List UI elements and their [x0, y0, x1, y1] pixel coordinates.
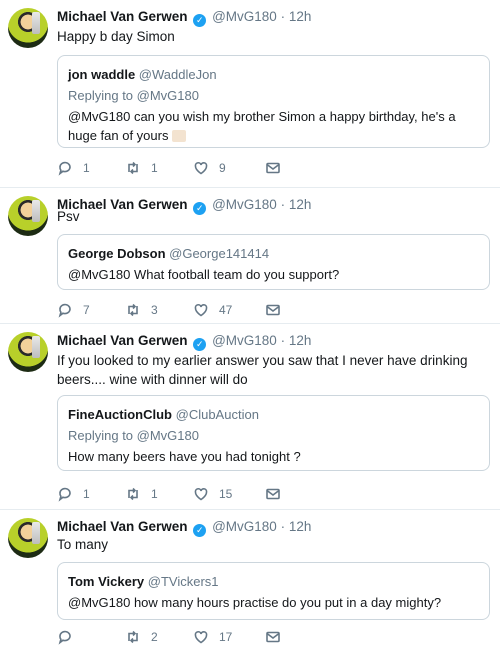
separator: ·: [280, 519, 286, 534]
retweet-icon: [128, 487, 138, 501]
author-name[interactable]: Michael Van Gerwen: [57, 333, 188, 348]
retweet-icon: [128, 161, 138, 175]
envelope-icon: [266, 631, 280, 643]
retweet-count: 1: [151, 161, 158, 175]
quote-text: @MvG180 can you wish my brother Simon a …: [68, 107, 479, 145]
quoted-tweet[interactable]: jon waddle @WaddleJon Replying to @MvG18…: [57, 55, 490, 148]
tweet-text: Psv: [57, 209, 80, 224]
author-handle[interactable]: @MvG180: [212, 9, 277, 24]
tweet-actions: 1 1 9: [57, 158, 281, 178]
tweet[interactable]: Michael Van Gerwen ✓ @MvG180 · 12h If yo…: [0, 324, 500, 510]
quote-author-handle: @George141414: [169, 246, 270, 261]
quote-text-content: @MvG180 can you wish my brother Simon a …: [68, 109, 456, 143]
avatar[interactable]: [8, 332, 48, 372]
quote-text: How many beers have you had tonight ?: [68, 449, 301, 464]
reply-button[interactable]: [57, 629, 125, 645]
quote-author-handle: @WaddleJon: [138, 67, 217, 82]
envelope-icon: [266, 162, 280, 174]
reply-button[interactable]: 1: [57, 486, 125, 502]
quoted-tweet[interactable]: Tom Vickery @TVickers1 @MvG180 how many …: [57, 562, 490, 620]
direct-message-button[interactable]: [265, 486, 281, 502]
replying-to: Replying to @MvG180: [68, 428, 199, 443]
like-button[interactable]: 17: [193, 629, 265, 645]
timestamp[interactable]: 12h: [289, 333, 312, 348]
heart-icon: [194, 162, 208, 175]
quote-author-name: George Dobson: [68, 246, 166, 261]
quote-author-handle: @TVickers1: [147, 574, 219, 589]
like-count: 17: [219, 630, 233, 644]
retweet-count: 3: [151, 303, 158, 317]
tweet[interactable]: Michael Van Gerwen ✓ @MvG180 · 12h Happy…: [0, 0, 500, 188]
envelope-icon: [266, 488, 280, 500]
like-button[interactable]: 9: [193, 160, 265, 176]
reply-count: 1: [83, 161, 90, 175]
like-count: 15: [219, 487, 233, 501]
replying-to: Replying to @MvG180: [68, 88, 199, 103]
envelope-icon: [266, 304, 280, 316]
tweet-header: Michael Van Gerwen ✓ @MvG180 · 12h: [57, 9, 311, 27]
tweet-text: If you looked to my earlier answer you s…: [57, 353, 468, 387]
heart-icon: [194, 488, 208, 501]
timestamp[interactable]: 12h: [289, 519, 312, 534]
avatar[interactable]: [8, 8, 48, 48]
tweet-header: Michael Van Gerwen ✓ @MvG180 · 12h: [57, 333, 311, 351]
author-name[interactable]: Michael Van Gerwen: [57, 519, 188, 534]
tweet[interactable]: Michael Van Gerwen ✓ @MvG180 · 12h To ma…: [0, 510, 500, 652]
avatar[interactable]: [8, 518, 48, 558]
quoted-tweet[interactable]: George Dobson @George141414 @MvG180 What…: [57, 234, 490, 290]
retweet-button[interactable]: 3: [125, 302, 193, 318]
quoted-tweet[interactable]: FineAuctionClub @ClubAuction Replying to…: [57, 395, 490, 471]
reply-count: 7: [83, 303, 90, 317]
like-button[interactable]: 47: [193, 302, 265, 318]
direct-message-button[interactable]: [265, 629, 281, 645]
tweet-actions: 7 3 47: [57, 300, 281, 320]
tweet-actions: 2 17: [57, 627, 281, 647]
author-handle[interactable]: @MvG180: [212, 519, 277, 534]
retweet-icon: [128, 630, 138, 644]
verified-icon: ✓: [193, 14, 207, 27]
retweet-button[interactable]: 1: [125, 160, 193, 176]
separator: ·: [280, 9, 286, 24]
tweet[interactable]: Michael Van Gerwen ✓ @MvG180 · 12h Psv G…: [0, 188, 500, 324]
author-handle[interactable]: @MvG180: [212, 333, 277, 348]
separator: ·: [280, 333, 286, 348]
like-count: 9: [219, 161, 226, 175]
verified-icon: ✓: [193, 338, 207, 351]
quote-author-handle: @ClubAuction: [175, 407, 259, 422]
retweet-icon: [128, 303, 138, 317]
direct-message-button[interactable]: [265, 302, 281, 318]
like-count: 47: [219, 303, 233, 317]
author-name[interactable]: Michael Van Gerwen: [57, 9, 188, 24]
quote-text: @MvG180 What football team do you suppor…: [68, 267, 340, 282]
retweet-button[interactable]: 1: [125, 486, 193, 502]
tweet-actions: 1 1 15: [57, 484, 281, 504]
tweet-text: Happy b day Simon: [57, 29, 175, 44]
emoji-icon: [172, 130, 187, 142]
heart-icon: [194, 631, 208, 644]
reply-count: 1: [83, 487, 90, 501]
quote-text: @MvG180 how many hours practise do you p…: [68, 595, 442, 610]
heart-icon: [194, 304, 208, 317]
reply-icon: [58, 487, 71, 502]
reply-icon: [58, 630, 71, 645]
tweet-text: To many: [57, 537, 109, 552]
reply-icon: [58, 303, 71, 318]
quote-author-name: jon waddle: [68, 67, 136, 82]
reply-button[interactable]: 7: [57, 302, 125, 318]
timestamp[interactable]: 12h: [289, 9, 312, 24]
retweet-count: 1: [151, 487, 158, 501]
reply-icon: [58, 161, 71, 176]
quote-author-name: FineAuctionClub: [68, 407, 172, 422]
quote-author-name: Tom Vickery: [68, 574, 145, 589]
retweet-button[interactable]: 2: [125, 629, 193, 645]
reply-button[interactable]: 1: [57, 160, 125, 176]
retweet-count: 2: [151, 630, 158, 644]
direct-message-button[interactable]: [265, 160, 281, 176]
like-button[interactable]: 15: [193, 486, 265, 502]
avatar[interactable]: [8, 196, 48, 236]
